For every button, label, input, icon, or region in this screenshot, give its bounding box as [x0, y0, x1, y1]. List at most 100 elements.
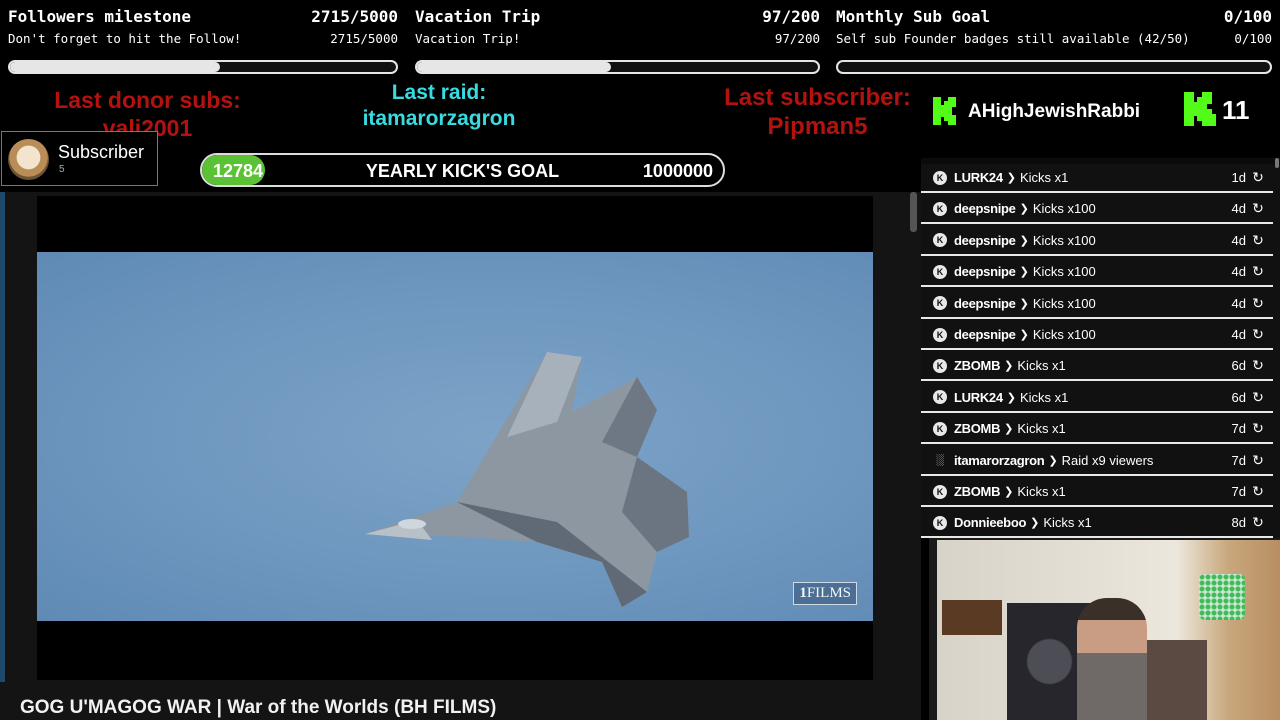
event-list-scrollbar[interactable] [1275, 158, 1279, 168]
event-row: K ZBOMB ❯ Kicks x1 7d ↻ [921, 415, 1273, 445]
event-user: ZBOMB [954, 484, 1001, 499]
replay-icon[interactable]: ↻ [1250, 452, 1266, 469]
streamer-person [1077, 598, 1147, 720]
event-age: 7d [1231, 452, 1246, 468]
event-row: Kdeepsnipe ❯ Kicks x100 4d ↻ [921, 290, 1273, 319]
video-frame-image: 1FILMS [37, 252, 873, 621]
event-action: Kicks x100 [1032, 295, 1096, 311]
chevron-right-icon: ❯ [1004, 486, 1014, 498]
kick-coin-icon: K [933, 484, 947, 499]
chevron-right-icon: ❯ [1006, 391, 1016, 404]
replay-icon[interactable]: ↻ [1250, 169, 1266, 186]
event-user: LURK24 [954, 389, 1003, 405]
event-row: Kdeepsnipe ❯ Kicks x100 4d ↻ [921, 321, 1273, 350]
video-title: GOG U'MAGOG WAR | War of the Worlds (BH … [20, 697, 497, 718]
kick-coin-icon: K [933, 170, 947, 185]
replay-icon[interactable]: ↻ [1250, 200, 1266, 217]
goal-sub-value: 0/100 [1234, 31, 1272, 46]
goal-followers: Followers milestone 2715/5000 Don't forge… [8, 0, 398, 82]
event-user: deepsnipe [954, 327, 1016, 342]
goal-subtitle: Vacation Trip! [415, 31, 521, 46]
event-row: K Donnieeboo ❯ Kicks x1 8d ↻ [921, 509, 1273, 538]
goal-sub-value: 97/200 [774, 31, 820, 46]
goal-title: Followers milestone [8, 7, 192, 26]
event-age: 4d [1231, 232, 1246, 248]
goal-value: 2715/5000 [311, 7, 398, 26]
replay-icon[interactable]: ↻ [1250, 263, 1266, 280]
event-action: Kicks x1 [1017, 358, 1066, 374]
kick-coin-icon: K [933, 264, 947, 279]
replay-icon[interactable]: ↻ [1250, 326, 1266, 343]
kick-top-user: AHighJewishRabbi [968, 101, 1141, 122]
replay-icon[interactable]: ↻ [1250, 514, 1266, 531]
event-user: Donnieeboo [954, 515, 1027, 531]
kick-coin-icon: K [933, 421, 947, 436]
replay-icon[interactable]: ↻ [1250, 357, 1266, 374]
event-row: K LURK24 ❯ Kicks x1 1d ↻ [921, 164, 1273, 193]
kick-coin-icon: K [933, 515, 947, 530]
replay-icon[interactable]: ↻ [1250, 389, 1266, 406]
replay-icon[interactable]: ↻ [1250, 295, 1266, 312]
event-age: 4d [1231, 201, 1246, 217]
goal-value: 0/100 [1223, 7, 1272, 26]
last-raid-alert: Last raid: itamarorzagron [330, 80, 548, 132]
chevron-right-icon: ❯ [1004, 423, 1014, 436]
goal-title: Vacation Trip [415, 7, 541, 26]
goal-subtitle: Don't forget to hit the Follow! [8, 31, 242, 46]
chevron-right-icon: ❯ [1004, 360, 1014, 373]
raid-icon: ░ [936, 454, 944, 467]
event-action: Kicks x1 [1043, 515, 1092, 531]
event-age: 7d [1231, 484, 1246, 499]
event-age: 6d [1231, 389, 1246, 405]
chevron-right-icon: ❯ [1048, 454, 1058, 467]
video-scrollbar[interactable] [910, 192, 917, 232]
chevron-right-icon: ❯ [1019, 266, 1029, 279]
kick-coin-icon: K [933, 358, 947, 373]
kick-count: 11 [1222, 95, 1250, 125]
replay-icon[interactable]: ↻ [1250, 232, 1266, 249]
goal-vacation: Vacation Trip 97/200 Vacation Trip! 97/200 [415, 0, 820, 82]
event-action: Raid x9 viewers [1061, 452, 1154, 468]
event-age: 4d [1231, 327, 1246, 342]
event-action: Kicks x100 [1032, 201, 1096, 217]
yearly-kicks-goal: 12784 YEARLY KICK'S GOAL 1000000 [200, 153, 725, 187]
event-user: itamarorzagron [954, 452, 1045, 468]
event-age: 4d [1231, 264, 1246, 280]
wall-poster [942, 600, 1002, 635]
kick-coin-icon: K [933, 327, 947, 342]
kick-coin-icon: K [933, 390, 947, 405]
event-age: 4d [1231, 295, 1246, 311]
room-shelf [1137, 640, 1207, 720]
goal-subtitle: Self sub Founder badges still available … [836, 31, 1190, 46]
subscriber-card-count: 5 [59, 164, 65, 175]
kick-coin-icon: K [933, 296, 947, 311]
goal-sub-value: 2715/5000 [330, 31, 398, 46]
event-age: 6d [1231, 358, 1246, 374]
event-action: Kicks x100 [1032, 264, 1096, 280]
chevron-right-icon: ❯ [1019, 329, 1029, 341]
green-cup [1199, 574, 1245, 620]
replay-icon[interactable]: ↻ [1250, 483, 1266, 500]
goal-progress-fill [10, 62, 220, 72]
chevron-right-icon: ❯ [1019, 297, 1029, 310]
fighter-jet-image [365, 352, 689, 607]
event-row: K ZBOMB ❯ Kicks x1 6d ↻ [921, 352, 1273, 382]
goal-progress-bar [415, 60, 820, 74]
event-action: Kicks x1 [1017, 421, 1066, 437]
avatar [8, 139, 49, 180]
event-row: Kdeepsnipe ❯ Kicks x100 4d ↻ [921, 227, 1273, 256]
video-watermark: 1FILMS [793, 582, 857, 605]
event-user: deepsnipe [954, 201, 1016, 217]
event-age: 1d [1231, 170, 1246, 185]
replay-icon[interactable]: ↻ [1250, 420, 1266, 437]
event-user: deepsnipe [954, 264, 1016, 280]
goal-value: 97/200 [762, 7, 820, 26]
goal-progress-bar [836, 60, 1272, 74]
kick-logo-icon [1184, 92, 1216, 126]
event-action: Kicks x1 [1019, 389, 1069, 405]
last-subscriber-alert: Last subscriber: Pipman5 [705, 83, 930, 141]
webcam-feed [937, 540, 1280, 720]
event-age: 8d [1231, 515, 1246, 531]
video-accent-bar [0, 192, 5, 682]
subscriber-card: Subscriber 5 [1, 131, 158, 186]
